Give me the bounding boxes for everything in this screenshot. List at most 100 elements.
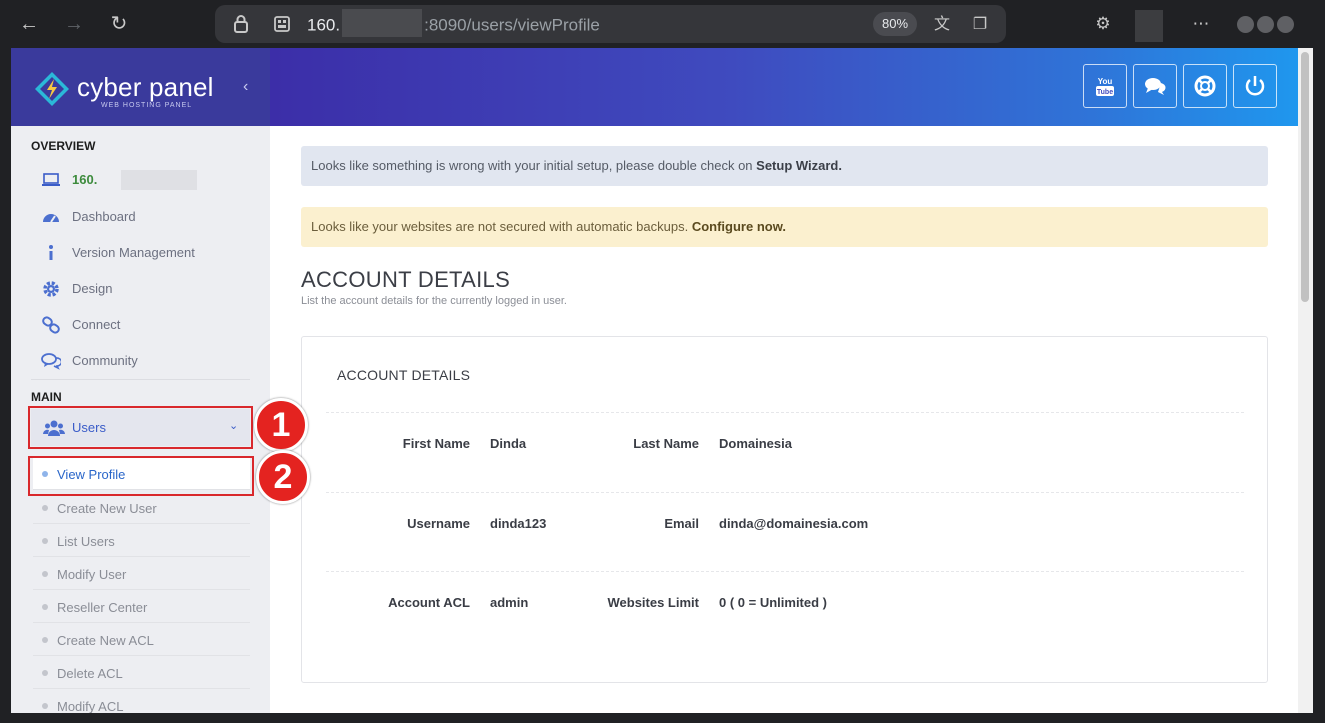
account-acl-label: Account ACL [388,595,470,610]
sidebar-item-label: Community [72,353,138,368]
submenu-item-delete-acl[interactable]: Delete ACL [33,657,250,689]
bullet-icon [42,505,48,511]
logout-button[interactable] [1233,64,1277,108]
submenu-item-modify-acl[interactable]: Modify ACL [33,690,250,713]
setup-wizard-link[interactable]: Setup Wizard. [756,158,842,173]
browser-toolbar: ← → ↻ 160.:8090/users/viewProfile 80% 文 … [0,0,1325,48]
divider [326,571,1244,572]
sidebar-item-design[interactable]: Design [31,271,253,307]
submenu-item-reseller-center[interactable]: Reseller Center [33,591,250,623]
submenu-item-label: Create New User [57,501,157,516]
server-ip-label: 160. [72,172,98,187]
profile-avatar[interactable] [1135,10,1163,42]
card-title: ACCOUNT DETAILS [337,367,471,383]
site-info-icon[interactable] [273,15,291,33]
link-icon [42,316,60,334]
translate-icon[interactable]: 文 [931,14,953,36]
support-button[interactable] [1183,64,1227,108]
account-details-card: ACCOUNT DETAILS First Name Dinda Last Na… [301,336,1268,683]
email-value: dinda@domainesia.com [719,516,869,531]
step-badge-2: 2 [256,450,310,504]
submenu-item-list-users[interactable]: List Users [33,525,250,557]
brand-name: cyber panel [77,72,214,102]
svg-text:You: You [1098,77,1113,86]
comments-icon [41,353,61,370]
highlight-box-users [28,406,253,449]
account-acl-value: admin [490,595,529,610]
username-label: Username [407,516,470,531]
redacted-ip [121,170,197,190]
sidebar: cyber panel WEB HOSTING PANEL ‹ OVERVIEW… [11,48,270,713]
brand-tagline: WEB HOSTING PANEL [101,102,193,109]
bullet-icon [42,571,48,577]
chat-icon [1145,78,1166,95]
submenu-item-label: List Users [57,534,115,549]
bullet-icon [42,604,48,610]
laptop-icon [42,173,60,186]
email-label: Email [664,516,699,531]
submenu-item-label: Reseller Center [57,600,148,615]
backup-alert: Looks like your websites are not secured… [301,207,1268,247]
url-prefix: 160. [307,15,341,35]
sidebar-item-dashboard[interactable]: Dashboard [31,199,253,235]
info-icon [49,245,53,260]
sidebar-item-label: Dashboard [72,209,136,224]
forward-arrow-icon[interactable]: → [62,12,86,36]
brand-header: cyber panel WEB HOSTING PANEL ‹ [11,48,270,126]
page-subtitle: List the account details for the current… [301,295,567,307]
window-controls[interactable] [1237,16,1299,34]
divider [326,492,1244,493]
gear-icon [43,281,59,297]
page-title: ACCOUNT DETAILS [301,267,511,292]
sidebar-item-connect[interactable]: Connect [31,307,253,343]
submenu-item-create-new-user[interactable]: Create New User [33,492,250,524]
reload-icon[interactable]: ↻ [107,12,131,36]
extensions-icon[interactable]: ⚙ [1091,12,1115,36]
bullet-icon [42,637,48,643]
more-menu-icon[interactable]: ⋯ [1189,12,1213,36]
websites-limit-value: 0 ( 0 = Unlimited ) [719,595,827,610]
first-name-label: First Name [402,436,470,451]
sidebar-item-label: Version Management [72,245,195,260]
sidebar-item-community[interactable]: Community [31,343,253,379]
divider [31,379,250,380]
lock-icon [234,15,248,33]
divider [326,412,1244,413]
chat-button[interactable] [1133,64,1177,108]
submenu-item-label: Modify User [57,567,127,582]
youtube-icon: You Tube [1096,77,1114,96]
bullet-icon [42,670,48,676]
websites-limit-label: Websites Limit [607,595,699,610]
bullet-icon [42,538,48,544]
submenu-item-create-new-acl[interactable]: Create New ACL [33,624,250,656]
zoom-indicator[interactable]: 80% [873,12,917,36]
first-name-value: Dinda [490,436,527,451]
submenu-item-modify-user[interactable]: Modify User [33,558,250,590]
address-bar[interactable]: 160.:8090/users/viewProfile 80% 文 ❐ [215,5,1006,43]
last-name-value: Domainesia [719,436,792,451]
overview-heading: OVERVIEW [31,139,96,153]
backup-alert-text: Looks like your websites are not secured… [311,219,689,234]
submenu-item-label: Delete ACL [57,666,123,681]
back-arrow-icon[interactable]: ← [17,12,41,36]
youtube-button[interactable]: You Tube [1083,64,1127,108]
last-name-label: Last Name [633,436,699,451]
sidebar-item-server-ip[interactable]: 160. [31,162,253,198]
cyberpanel-logo-icon[interactable] [34,71,70,107]
redacted-ip [342,9,423,37]
submenu-item-label: Create New ACL [57,633,154,648]
configure-now-link[interactable]: Configure now. [692,219,786,234]
submenu-item-label: Modify ACL [57,699,124,713]
main-content: Looks like something is wrong with your … [270,126,1298,713]
setup-alert: Looks like something is wrong with your … [301,146,1268,186]
highlight-box-view-profile [28,456,254,496]
reading-list-icon[interactable]: ❐ [969,14,991,36]
web-page: cyber panel WEB HOSTING PANEL ‹ OVERVIEW… [11,48,1313,713]
sidebar-item-version-management[interactable]: Version Management [31,235,253,271]
collapse-sidebar-icon[interactable]: ‹ [243,78,248,96]
sidebar-item-label: Connect [72,317,121,332]
main-heading: MAIN [31,390,62,404]
setup-alert-text: Looks like something is wrong with your … [311,158,753,173]
scrollbar-thumb[interactable] [1301,52,1309,302]
url-text: 160.:8090/users/viewProfile [307,9,600,37]
